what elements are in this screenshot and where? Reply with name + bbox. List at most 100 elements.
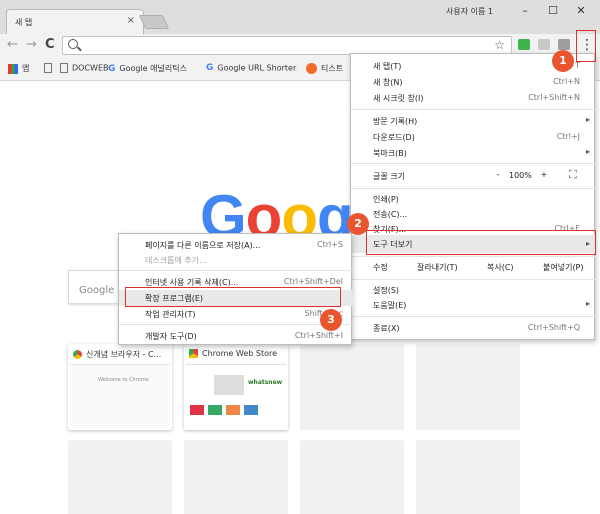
menu-item-exit[interactable]: 종료(X) Ctrl+Shift+Q (351, 320, 596, 336)
menu-divider (351, 109, 596, 110)
menu-divider (351, 256, 596, 257)
extension-icon[interactable] (558, 39, 570, 50)
menu-item-help[interactable]: 도움말(E) ▸ (351, 297, 596, 313)
annotation-highlight-extensions (125, 287, 341, 307)
submenu-arrow-icon: ▸ (585, 299, 590, 308)
minimize-button[interactable]: – (512, 2, 538, 20)
menu-item-shortcut: Ctrl+Shift+Del (283, 277, 343, 286)
menu-divider (119, 270, 353, 271)
tile-title: Chrome Web Store (189, 349, 285, 358)
extension-icon[interactable] (518, 39, 530, 50)
search-icon (68, 39, 78, 49)
tile-title: 신개념 브라우저 - C... (73, 349, 169, 360)
forward-button[interactable]: → (26, 37, 37, 53)
menu-item-settings[interactable]: 설정(S) (351, 282, 596, 298)
submenu-arrow-icon: ▸ (585, 115, 590, 124)
menu-item-label: 데스크톱에 추가... (145, 256, 207, 265)
fullscreen-icon[interactable]: ⛶ (569, 168, 577, 182)
thumbnail-text: whatsnew (248, 379, 283, 386)
browser-window: 새 탭 × 사용자 이름 1 – ☐ ✕ ← → C ☆ ⋮ 앱 DOCWEB (0, 0, 600, 514)
profile-name[interactable]: 사용자 이름 1 (446, 6, 493, 17)
bookmark-docweb[interactable]: DOCWEB (60, 63, 109, 73)
google-g-icon: G (108, 63, 116, 74)
menu-item-zoom: 글꼴 크기 - 100% + ⛶ (351, 166, 596, 186)
menu-item-label: 새 창(N) (373, 78, 403, 87)
bookmark-analytics[interactable]: G Google 애널리틱스 (108, 63, 187, 74)
menu-item-print[interactable]: 인쇄(P) (351, 191, 596, 207)
menu-item-label: 인쇄(P) (373, 195, 399, 204)
menu-divider (351, 316, 596, 317)
tile-title-text: 신개념 브라우저 - C... (86, 350, 162, 359)
zoom-in-button[interactable]: + (537, 170, 551, 179)
submenu-item-task-manager[interactable]: 작업 관리자(T)Shift+Esc (119, 306, 353, 322)
paste-button[interactable]: 붙여넣기(P) (543, 262, 584, 273)
menu-item-label: 북마크(B) (373, 149, 407, 158)
tab-close-icon[interactable]: × (127, 15, 135, 26)
extension-icon[interactable] (538, 39, 550, 50)
bookmark-tistory[interactable]: 티스트 (306, 63, 343, 74)
most-visited-tile[interactable]: 신개념 브라우저 - C... Welcome to Chrome (68, 344, 172, 430)
most-visited-tile-empty (300, 440, 404, 514)
submenu-item-developer-tools[interactable]: 개발자 도구(D) Ctrl+Shift+I (119, 328, 353, 344)
most-visited-tile-empty (184, 440, 288, 514)
bookmark-label: Google 애널리틱스 (119, 64, 187, 73)
menu-item-label: 수정 (373, 263, 388, 272)
menu-item-incognito[interactable]: 새 시크릿 창(I) Ctrl+Shift+N (351, 90, 596, 106)
reload-button[interactable]: C (45, 37, 55, 53)
chrome-main-menu: 새 탭(T)Ctrl+T 새 창(N)Ctrl+N 새 시크릿 창(I)Ctrl… (350, 53, 596, 340)
menu-item-shortcut: Ctrl+Shift+Q (527, 323, 580, 332)
menu-item-shortcut: Ctrl+S (316, 240, 343, 249)
menu-divider (351, 188, 596, 189)
menu-item-new-window[interactable]: 새 창(N) Ctrl+N (351, 74, 596, 90)
submenu-arrow-icon: ▸ (585, 147, 590, 156)
cut-button[interactable]: 잘라내기(T) (417, 262, 458, 273)
bookmark-url-shortener[interactable]: G Google URL Shorter (206, 63, 296, 73)
menu-item-shortcut: Ctrl+J (556, 132, 580, 141)
thumb-block (214, 375, 244, 395)
tab-new-tab[interactable]: 새 탭 × (6, 9, 144, 34)
title-bar: 새 탭 × 사용자 이름 1 – ☐ ✕ (0, 0, 600, 34)
menu-item-shortcut: Ctrl+Shift+N (528, 93, 580, 102)
menu-item-label: 새 탭(T) (373, 62, 402, 71)
close-window-button[interactable]: ✕ (568, 2, 594, 20)
thumb-block (226, 405, 240, 415)
step-badge: 2 (347, 213, 369, 235)
zoom-level: 100% (509, 171, 532, 180)
most-visited-tile[interactable]: Chrome Web Store whatsnew (184, 344, 288, 430)
menu-item-history[interactable]: 방문 기록(H) ▸ (351, 113, 596, 129)
menu-item-label: 다운로드(D) (373, 133, 415, 142)
menu-item-label: 작업 관리자(T) (145, 310, 196, 319)
tile-thumbnail: Welcome to Chrome (70, 364, 170, 428)
menu-item-label: 설정(S) (373, 286, 400, 295)
tistory-icon (306, 63, 317, 74)
menu-item-bookmarks[interactable]: 북마크(B) ▸ (351, 145, 596, 161)
step-badge: 3 (320, 309, 342, 331)
menu-item-label: 글꼴 크기 (373, 172, 405, 181)
zoom-out-button[interactable]: - (491, 170, 505, 179)
step-badge: 1 (552, 50, 574, 72)
maximize-button[interactable]: ☐ (540, 2, 566, 20)
back-button[interactable]: ← (7, 37, 18, 53)
bookmark-label: Google URL Shorter (217, 63, 297, 73)
bookmark-star-icon[interactable]: ☆ (494, 38, 505, 52)
menu-divider (351, 279, 596, 280)
annotation-highlight-menu (576, 30, 596, 62)
tile-thumbnail: whatsnew (186, 364, 286, 428)
new-tab-button[interactable] (138, 15, 170, 29)
bookmark-blank[interactable] (44, 63, 56, 73)
submenu-item-save-page[interactable]: 페이지를 다른 이름으로 저장(A)... Ctrl+S (119, 237, 353, 253)
menu-item-downloads[interactable]: 다운로드(D) Ctrl+J (351, 129, 596, 145)
bookmark-apps[interactable]: 앱 (8, 63, 29, 74)
google-g-icon: G (206, 63, 214, 73)
menu-divider (119, 324, 353, 325)
copy-button[interactable]: 복사(C) (487, 262, 514, 273)
menu-item-label: 도움말(E) (373, 301, 407, 310)
tab-title: 새 탭 (15, 18, 33, 27)
menu-item-shortcut: Ctrl+N (553, 77, 580, 86)
bookmark-label: DOCWEB (72, 63, 109, 73)
chrome-icon (73, 350, 82, 359)
menu-divider (351, 163, 596, 164)
thumb-block (208, 405, 222, 415)
thumb-block (244, 405, 258, 415)
menu-item-cast[interactable]: 전송(C)... (351, 206, 596, 222)
